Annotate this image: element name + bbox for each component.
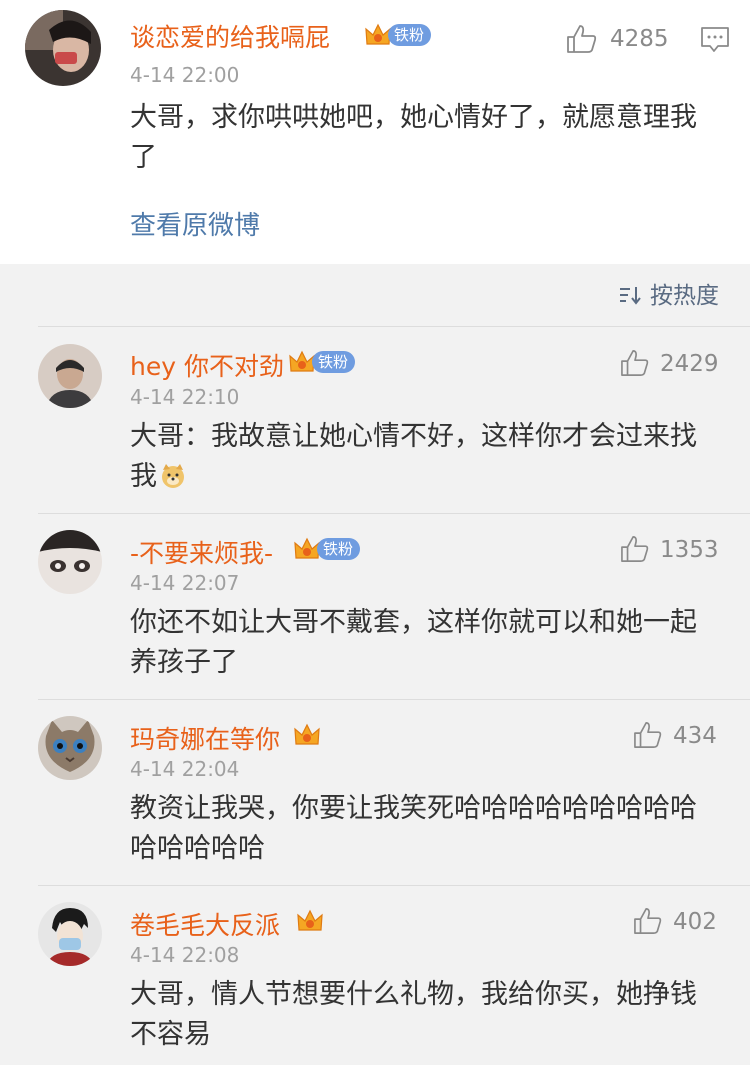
- reply-avatar[interactable]: [38, 902, 102, 966]
- reply-username[interactable]: hey 你不对劲: [130, 347, 284, 383]
- reply-time: 4-14 22:08: [130, 943, 240, 967]
- reply-avatar[interactable]: [38, 716, 102, 780]
- sort-label: 按热度: [650, 283, 719, 309]
- reply-username[interactable]: -不要来烦我-: [130, 534, 273, 570]
- reply-text-content: 大哥：我故意让她心情不好，这样你才会过来找我: [130, 421, 697, 492]
- reply-text: 教资让我哭，你要让我笑死哈哈哈哈哈哈哈哈哈哈哈哈哈哈: [130, 793, 697, 864]
- main-post-username[interactable]: 谈恋爱的给我嗝屁: [130, 18, 330, 54]
- like-count: 1353: [660, 537, 719, 563]
- thumbs-up-icon: [621, 536, 649, 562]
- reply-item: -不要来烦我- 铁粉 4-14 22:07 你还不如让大哥不戴套，这样你就可以和…: [0, 514, 750, 700]
- reply-text: 你还不如让大哥不戴套，这样你就可以和她一起养孩子了: [130, 607, 697, 678]
- reply-like-button[interactable]: 1353: [620, 535, 730, 565]
- reply-avatar[interactable]: [38, 530, 102, 594]
- reply-item: hey 你不对劲 铁粉 4-14 22:10 大哥：我故意让她心情不好，这样你才…: [0, 327, 750, 513]
- reply-item: 玛奇娜在等你 4-14 22:04 教资让我哭，你要让我笑死哈哈哈哈哈哈哈哈哈哈…: [0, 700, 750, 886]
- reply-avatar[interactable]: [38, 344, 102, 408]
- reply-text: 大哥，情人节想要什么礼物，我给你买，她挣钱不容易: [130, 979, 697, 1050]
- sort-icon: [620, 287, 641, 305]
- main-post-text: 大哥，求你哄哄她吧，她心情好了，就愿意理我了: [130, 102, 697, 173]
- main-post-like-button[interactable]: 4285: [566, 24, 686, 54]
- reply-item: 卷毛毛大反派 4-14 22:08 大哥，情人节想要什么礼物，我给你买，她挣钱不…: [0, 886, 750, 1065]
- reply-like-button[interactable]: 2429: [620, 349, 730, 379]
- thumbs-up-icon: [634, 722, 662, 748]
- comment-icon[interactable]: [700, 26, 730, 54]
- reply-username[interactable]: 卷毛毛大反派: [130, 906, 280, 942]
- crown-badge-icon: [294, 723, 320, 745]
- reply-text: 大哥：我故意让她心情不好，这样你才会过来找我: [130, 417, 720, 497]
- like-count: 4285: [610, 26, 669, 52]
- main-post: 谈恋爱的给我嗝屁 铁粉 4-14 22:00 大哥，求你哄哄她吧，她心情好了，就…: [0, 0, 750, 264]
- crown-badge-icon: [297, 909, 323, 931]
- reply-time: 4-14 22:07: [130, 571, 240, 595]
- reply-like-button[interactable]: 434: [633, 721, 733, 751]
- iron-fan-badge: 铁粉: [312, 351, 356, 373]
- main-post-time: 4-14 22:00: [130, 63, 240, 87]
- reply-username[interactable]: 玛奇娜在等你: [130, 720, 280, 756]
- reply-time: 4-14 22:10: [130, 385, 240, 409]
- view-original-link[interactable]: 查看原微博: [130, 205, 260, 242]
- iron-fan-badge: 铁粉: [317, 538, 361, 560]
- like-count: 402: [673, 909, 717, 935]
- main-post-avatar[interactable]: [25, 10, 101, 86]
- thumbs-up-icon: [634, 908, 662, 934]
- thumbs-up-icon: [567, 25, 597, 53]
- reply-time: 4-14 22:04: [130, 757, 240, 781]
- iron-fan-badge: 铁粉: [388, 24, 432, 46]
- thumbs-up-icon: [621, 350, 649, 376]
- like-count: 434: [673, 723, 717, 749]
- reply-like-button[interactable]: 402: [633, 907, 733, 937]
- doge-emoji-icon: [162, 464, 184, 488]
- like-count: 2429: [660, 351, 719, 377]
